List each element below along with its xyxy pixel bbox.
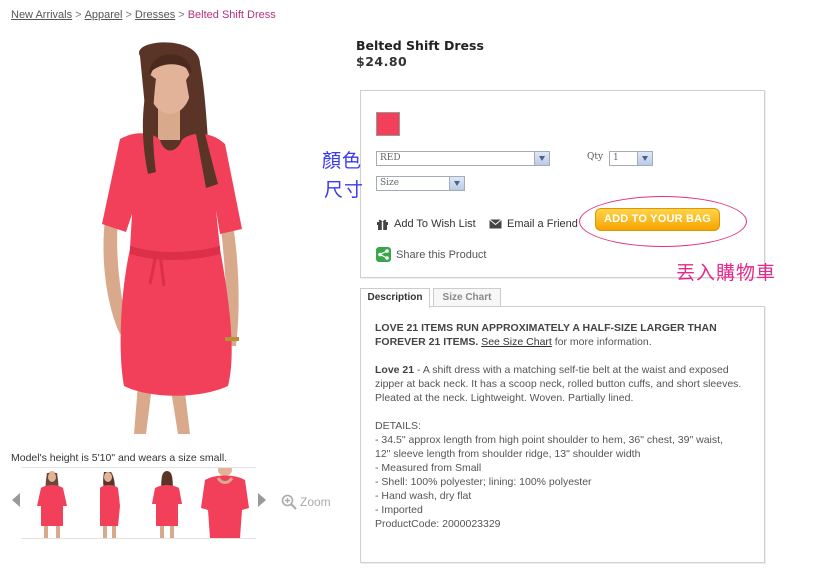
breadcrumb-new-arrivals[interactable]: New Arrivals bbox=[11, 9, 72, 21]
details-line: - 34.5" approx length from high point sh… bbox=[375, 434, 723, 446]
qty-select[interactable]: 1 bbox=[609, 151, 653, 166]
description-text: - A shift dress with a matching self-tie… bbox=[375, 364, 742, 404]
details-line: 12" sleeve length from shoulder ridge, 1… bbox=[375, 448, 641, 460]
zoom-icon bbox=[281, 494, 297, 510]
model-photo bbox=[102, 42, 242, 434]
share-label: Share this Product bbox=[396, 248, 487, 261]
envelope-icon bbox=[489, 219, 502, 229]
wishlist-label: Add To Wish List bbox=[394, 218, 476, 230]
product-code: ProductCode: 2000023329 bbox=[375, 518, 501, 530]
thumbnail-back[interactable] bbox=[142, 468, 192, 538]
thumbnail-front[interactable] bbox=[27, 468, 77, 538]
model-size-note: Model's height is 5'10" and wears a size… bbox=[11, 452, 228, 464]
chevron-down-icon bbox=[534, 152, 549, 165]
product-price: $24.80 bbox=[356, 54, 408, 69]
zoom-label: Zoom bbox=[300, 495, 331, 509]
size-warning: LOVE 21 ITEMS RUN APPROXIMATELY A HALF-S… bbox=[375, 321, 757, 349]
details-line: - Imported bbox=[375, 504, 423, 516]
product-title: Belted Shift Dress bbox=[356, 38, 484, 53]
size-select[interactable]: Size bbox=[376, 176, 465, 191]
product-description: Love 21 - A shift dress with a matching … bbox=[375, 363, 757, 405]
color-select[interactable]: RED bbox=[376, 151, 550, 166]
thumbnail-closeup[interactable] bbox=[200, 468, 250, 538]
tab-size-chart[interactable]: Size Chart bbox=[433, 288, 501, 307]
breadcrumb-separator: > bbox=[75, 9, 82, 21]
details-heading: DETAILS: bbox=[375, 420, 421, 432]
email-friend-link[interactable]: Email a Friend bbox=[489, 218, 578, 230]
breadcrumb-dresses[interactable]: Dresses bbox=[135, 9, 175, 21]
details-line: - Measured from Small bbox=[375, 462, 482, 474]
breadcrumb-separator: > bbox=[178, 9, 185, 21]
annotation-cart: 丟入購物車 bbox=[676, 262, 777, 284]
product-details: DETAILS: - 34.5" approx length from high… bbox=[375, 419, 757, 531]
chevron-down-icon bbox=[637, 152, 652, 165]
details-line: - Hand wash, dry flat bbox=[375, 490, 472, 502]
breadcrumb: New Arrivals > Apparel > Dresses > Belted Shif… bbox=[11, 9, 276, 21]
description-brand: Love 21 bbox=[375, 364, 415, 376]
color-swatch[interactable] bbox=[376, 112, 400, 136]
annotation-color: 顏色 bbox=[322, 150, 363, 172]
gift-icon bbox=[377, 219, 388, 230]
add-to-wishlist-link[interactable]: Add To Wish List bbox=[376, 218, 476, 230]
main-product-image[interactable] bbox=[60, 34, 275, 439]
zoom-button[interactable]: Zoom bbox=[281, 494, 331, 510]
arrow-right-icon[interactable] bbox=[258, 493, 266, 507]
share-icon bbox=[376, 247, 391, 262]
qty-select-value: 1 bbox=[613, 153, 619, 163]
breadcrumb-separator: > bbox=[125, 9, 132, 21]
size-warning-tail: for more information. bbox=[554, 336, 652, 348]
share-product-link[interactable]: Share this Product bbox=[376, 247, 487, 262]
breadcrumb-current: Belted Shift Dress bbox=[187, 9, 276, 21]
chevron-down-icon bbox=[449, 177, 464, 190]
color-select-value: RED bbox=[380, 153, 401, 163]
email-friend-label: Email a Friend bbox=[507, 218, 578, 230]
see-size-chart-link[interactable]: See Size Chart bbox=[481, 336, 552, 348]
details-line: - Shell: 100% polyester; lining: 100% po… bbox=[375, 476, 592, 488]
annotation-size: 尺寸 bbox=[324, 179, 365, 201]
size-select-value: Size bbox=[380, 178, 400, 188]
tab-description[interactable]: Description bbox=[360, 288, 430, 308]
qty-label: Qty bbox=[587, 152, 604, 162]
annotation-circle bbox=[579, 196, 747, 247]
breadcrumb-apparel[interactable]: Apparel bbox=[85, 9, 123, 21]
thumbnail-side[interactable] bbox=[84, 468, 134, 538]
arrow-left-icon[interactable] bbox=[12, 493, 20, 507]
